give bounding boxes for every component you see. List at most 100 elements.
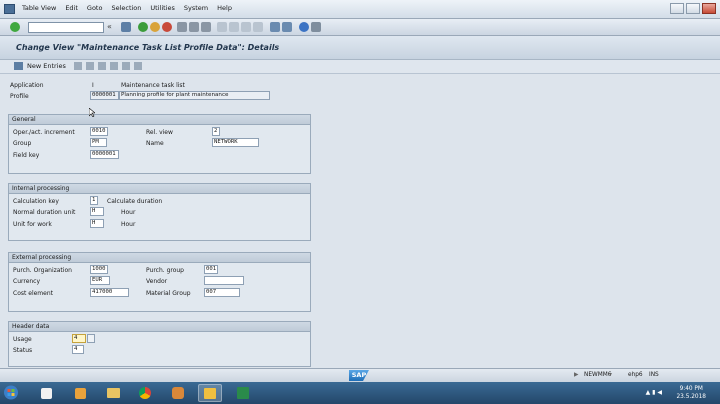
normal-duration-unit-description: Hour [121, 209, 136, 216]
new-session-icon[interactable] [270, 22, 280, 32]
internal-processing-title: Internal processing [9, 184, 310, 194]
menu-bar: Table View Edit Goto Selection Utilities… [0, 0, 720, 19]
application-toolbar: New Entries [0, 60, 720, 74]
previous-page-icon[interactable] [229, 22, 239, 32]
name-field[interactable]: NETWORK [212, 138, 259, 147]
status-dropdown-icon[interactable]: ▾ [609, 372, 612, 378]
outlook-icon [74, 387, 86, 399]
menu-goto[interactable]: Goto [87, 4, 103, 12]
help-icon[interactable] [299, 22, 309, 32]
clock[interactable]: 9:40 PM 23.5.2018 [676, 385, 706, 401]
mouse-cursor-icon [89, 108, 95, 117]
calculation-key-label: Calculation key [13, 198, 59, 205]
maximize-button[interactable] [686, 3, 700, 14]
menu-system[interactable]: System [184, 4, 208, 12]
taskbar-media-player[interactable] [34, 384, 58, 402]
usage-field[interactable]: 4 [72, 334, 86, 343]
first-page-icon[interactable] [217, 22, 227, 32]
content-area: Application I Maintenance task list Prof… [0, 74, 720, 368]
group-field[interactable]: PM [90, 138, 107, 147]
cost-element-label: Cost element [13, 290, 53, 297]
network-icon[interactable]: ▮ [652, 389, 655, 396]
previous-entry-icon[interactable] [109, 62, 118, 70]
profile-field[interactable]: 0000001 [90, 91, 119, 100]
menu-utilities[interactable]: Utilities [150, 4, 174, 12]
transaction-code: NEWMM6 [584, 372, 612, 378]
operation-increment-field[interactable]: 0010 [90, 127, 108, 136]
tray-arrow-icon[interactable]: ▲ [646, 389, 651, 396]
delete-icon[interactable] [85, 62, 94, 70]
edit-pencil-icon[interactable] [14, 62, 23, 70]
external-processing-title: External processing [9, 253, 310, 263]
enter-icon[interactable] [10, 22, 20, 32]
copy-icon[interactable] [73, 62, 82, 70]
back-icon[interactable] [138, 22, 148, 32]
currency-label: Currency [13, 278, 41, 285]
minimize-button[interactable] [670, 3, 684, 14]
purchasing-group-field[interactable]: 001 [204, 265, 218, 274]
normal-duration-unit-field[interactable]: H [90, 207, 104, 216]
menu-edit[interactable]: Edit [65, 4, 78, 12]
clock-date: 23.5.2018 [676, 394, 706, 400]
select-all-icon[interactable] [133, 62, 142, 70]
cost-element-field[interactable]: 417000 [90, 288, 129, 297]
sap-logo: SAP [349, 370, 369, 381]
folder-icon [106, 388, 120, 398]
close-button[interactable] [702, 3, 716, 14]
last-page-icon[interactable] [253, 22, 263, 32]
title-bar: Change View "Maintenance Task List Profi… [0, 36, 720, 60]
excel-icon [237, 387, 249, 399]
layout-menu-icon[interactable] [311, 22, 321, 32]
volume-icon[interactable]: ◀ [657, 389, 662, 396]
command-field[interactable] [28, 22, 104, 33]
double-chevron-icon[interactable]: « [107, 22, 117, 32]
vendor-field[interactable] [204, 276, 244, 285]
sap-logon-icon [172, 387, 184, 399]
exit-icon[interactable] [150, 22, 160, 32]
taskbar-outlook[interactable] [68, 384, 92, 402]
value-help-icon[interactable] [87, 334, 95, 343]
start-icon[interactable] [4, 385, 18, 400]
unit-for-work-label: Unit for work [13, 221, 52, 228]
application-label: Application [10, 82, 44, 89]
find-icon[interactable] [189, 22, 199, 32]
purchasing-organization-field[interactable]: 1000 [90, 265, 108, 274]
relevant-view-field[interactable]: 2 [212, 127, 220, 136]
shortcut-icon[interactable] [282, 22, 292, 32]
taskbar: ▲ ▮ ◀ 9:40 PM 23.5.2018 [0, 382, 720, 404]
status-field[interactable]: 4 [72, 345, 84, 354]
standard-toolbar: « [0, 19, 720, 36]
menu-help[interactable]: Help [217, 4, 232, 12]
material-group-label: Material Group [146, 290, 191, 297]
print-icon[interactable] [177, 22, 187, 32]
new-entries-button[interactable]: New Entries [27, 62, 66, 70]
media-player-icon [40, 387, 52, 399]
currency-field[interactable]: EUR [90, 276, 110, 285]
undo-change-icon[interactable] [97, 62, 106, 70]
header-data-group: Header data [8, 321, 311, 367]
taskbar-sap-gui[interactable] [198, 384, 222, 402]
taskbar-explorer[interactable] [101, 384, 125, 402]
purchasing-group-label: Purch. group [146, 267, 184, 274]
unit-for-work-field[interactable]: H [90, 219, 104, 228]
taskbar-chrome[interactable] [133, 384, 157, 402]
sap-gui-icon [204, 387, 216, 399]
next-page-icon[interactable] [241, 22, 251, 32]
status-arrow-icon[interactable]: ▶ [574, 372, 578, 378]
calculation-key-description: Calculate duration [107, 198, 163, 205]
taskbar-excel[interactable] [231, 384, 255, 402]
sap-window-icon[interactable] [4, 4, 15, 14]
calculation-key-field[interactable]: 1 [90, 196, 98, 205]
next-entry-icon[interactable] [121, 62, 130, 70]
cancel-icon[interactable] [162, 22, 172, 32]
menu-selection[interactable]: Selection [111, 4, 141, 12]
field-key-label: Field key [13, 152, 40, 159]
taskbar-sap-logon[interactable] [166, 384, 190, 402]
material-group-field[interactable]: 007 [204, 288, 240, 297]
save-icon[interactable] [121, 22, 131, 32]
menu-table-view[interactable]: Table View [22, 4, 56, 12]
profile-description-field[interactable]: Planning profile for plant maintenance [119, 91, 270, 100]
find-next-icon[interactable] [201, 22, 211, 32]
field-key-field[interactable]: 0000001 [90, 150, 119, 159]
status-label: Status [13, 347, 33, 354]
